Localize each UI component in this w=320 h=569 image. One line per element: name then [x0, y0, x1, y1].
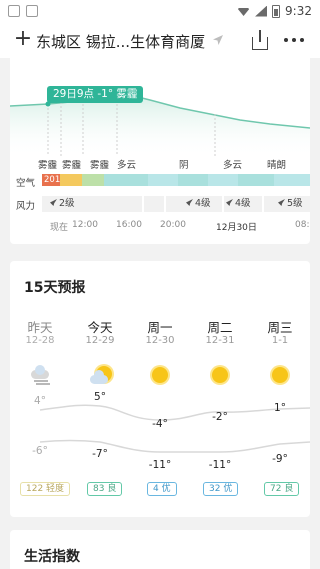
- hour-time: 16:00: [116, 220, 142, 230]
- day-date: 12-30: [145, 335, 175, 346]
- wind-direction-icon: [186, 199, 193, 206]
- wind-label: 风力: [16, 201, 36, 212]
- life-index-card[interactable]: 生活指数: [10, 530, 310, 569]
- day-name: 昨天: [27, 320, 53, 335]
- wind-level: 4级: [186, 196, 211, 212]
- add-city-button[interactable]: +: [12, 28, 34, 50]
- haze-icon: [28, 365, 52, 385]
- forecast-day[interactable]: 周一 12-30: [130, 317, 190, 346]
- aq-segment: [104, 174, 148, 186]
- aq-segment: [148, 174, 178, 186]
- low-temp: -11°: [148, 459, 172, 471]
- day-date: 12-28: [25, 335, 55, 346]
- wind-level: 4级: [226, 196, 251, 212]
- hour-condition: 雾霾: [62, 160, 82, 171]
- aq-segment: 201: [42, 174, 61, 186]
- day-name: 今天: [87, 320, 113, 335]
- system-indicators: 9:32: [237, 4, 312, 18]
- low-temp: -7°: [92, 448, 108, 460]
- low-temp: -6°: [32, 445, 48, 457]
- wind-level: 5级: [278, 196, 303, 212]
- status-bar: 9:32: [0, 0, 320, 24]
- wind-direction-icon: [50, 199, 57, 206]
- hour-time: 20:00: [160, 220, 186, 230]
- day-name: 周三: [267, 320, 293, 335]
- fifteen-day-forecast-card[interactable]: 15天预报 昨天 12-28 今天 12-29 周一 12-30 周二 12-3…: [10, 261, 310, 517]
- app-notification-icon: [26, 5, 38, 17]
- wind-direction-icon: [278, 199, 285, 206]
- partly-cloudy-icon: [88, 365, 112, 385]
- low-temp: -9°: [272, 453, 288, 465]
- aq-segment: [178, 174, 208, 186]
- day-date: 12-31: [205, 335, 235, 346]
- day-date: 1-1: [271, 335, 289, 346]
- day-date: 12-29: [85, 335, 115, 346]
- signal-icon: [255, 5, 268, 17]
- aq-segment: [60, 174, 82, 186]
- more-options-button[interactable]: [284, 38, 304, 42]
- air-quality-bar: 201: [42, 174, 310, 186]
- hourly-tooltip: 29日9点 -1° 雾霾: [47, 86, 144, 103]
- air-quality-label: 空气: [16, 178, 36, 189]
- app-header: + 东城区 锡拉...生体育商厦: [0, 24, 320, 58]
- aqi-badge: 83 良: [87, 482, 123, 496]
- life-index-title: 生活指数: [24, 549, 80, 565]
- hourly-area: [10, 95, 310, 158]
- hour-condition: 多云: [223, 160, 243, 171]
- wind-bar: 2级 4级 4级 5级: [42, 196, 310, 212]
- wifi-icon: [237, 8, 251, 16]
- aq-segment: [208, 174, 238, 186]
- aq-segment: [82, 174, 104, 186]
- share-button[interactable]: [250, 29, 270, 51]
- day-name: 周一: [147, 320, 173, 335]
- forecast-title: 15天预报: [24, 280, 86, 296]
- hour-condition: 雾霾: [90, 160, 110, 171]
- location-arrow-icon: [213, 35, 223, 45]
- hour-condition: 阴: [179, 160, 189, 171]
- high-temp: -2°: [212, 411, 228, 423]
- hour-condition: 雾霾: [38, 160, 58, 171]
- hour-condition: 多云: [117, 160, 137, 171]
- notification-icon: [8, 5, 20, 17]
- forecast-day[interactable]: 昨天 12-28: [10, 317, 70, 346]
- hour-condition: 晴朗: [267, 160, 287, 171]
- wind-direction-icon: [226, 199, 233, 206]
- wind-level: 2级: [50, 196, 75, 212]
- high-temp: 4°: [34, 395, 46, 407]
- notification-icons: [8, 5, 38, 17]
- aqi-badge: 122 轻度: [20, 482, 71, 496]
- battery-icon: [272, 4, 281, 18]
- hour-date: 12月30日: [216, 223, 257, 233]
- sunny-icon: [148, 365, 172, 385]
- location-title[interactable]: 东城区 锡拉...生体育商厦: [36, 31, 205, 52]
- forecast-day[interactable]: 周二 12-31: [190, 317, 250, 346]
- aq-segment: [238, 174, 274, 186]
- forecast-day[interactable]: 今天 12-29: [70, 317, 130, 346]
- low-temp: -11°: [208, 459, 232, 471]
- aqi-badge: 72 良: [264, 482, 300, 496]
- clock: 9:32: [285, 4, 312, 18]
- high-temp: -4°: [152, 418, 168, 430]
- low-temp-line: [39, 439, 310, 453]
- hour-time: 现在: [50, 223, 69, 233]
- hourly-forecast-card[interactable]: 29日9点 -1° 雾霾 雾霾 雾霾 雾霾 多云 阴 多云 晴朗 空气 201 …: [10, 58, 310, 244]
- high-temp: 1°: [274, 402, 286, 414]
- forecast-day[interactable]: 周三 1-1: [250, 317, 310, 346]
- aq-segment: [274, 174, 310, 186]
- aqi-badge: 32 优: [203, 482, 239, 496]
- hour-time: 12:00: [72, 220, 98, 230]
- hour-time: 08:0: [295, 220, 310, 230]
- aqi-badge: 4 优: [147, 482, 177, 496]
- sunny-icon: [268, 365, 292, 385]
- sunny-icon: [208, 365, 232, 385]
- high-temp: 5°: [94, 391, 106, 403]
- day-name: 周二: [207, 320, 233, 335]
